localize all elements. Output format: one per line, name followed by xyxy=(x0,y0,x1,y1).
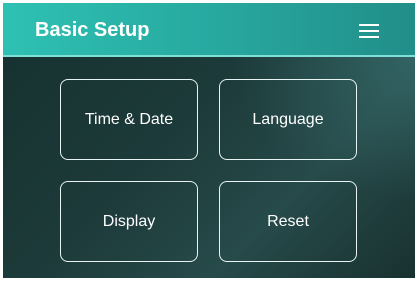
display-button[interactable]: Display xyxy=(60,181,198,262)
reset-button[interactable]: Reset xyxy=(219,181,357,262)
header-bar: Basic Setup xyxy=(3,3,415,57)
page-title: Basic Setup xyxy=(35,19,150,41)
menu-bar-top xyxy=(359,24,379,26)
hamburger-menu-icon[interactable] xyxy=(353,21,383,41)
screen: Basic Setup Time & Date Language Display… xyxy=(3,3,415,278)
reset-label: Reset xyxy=(267,212,309,230)
menu-bar-bottom xyxy=(359,36,379,38)
display-label: Display xyxy=(102,212,156,230)
time-date-button[interactable]: Time & Date xyxy=(60,79,198,160)
language-button[interactable]: Language xyxy=(219,79,357,160)
time-date-label: Time & Date xyxy=(84,110,174,128)
language-label: Language xyxy=(252,110,324,128)
menu-bar-middle xyxy=(359,30,379,32)
